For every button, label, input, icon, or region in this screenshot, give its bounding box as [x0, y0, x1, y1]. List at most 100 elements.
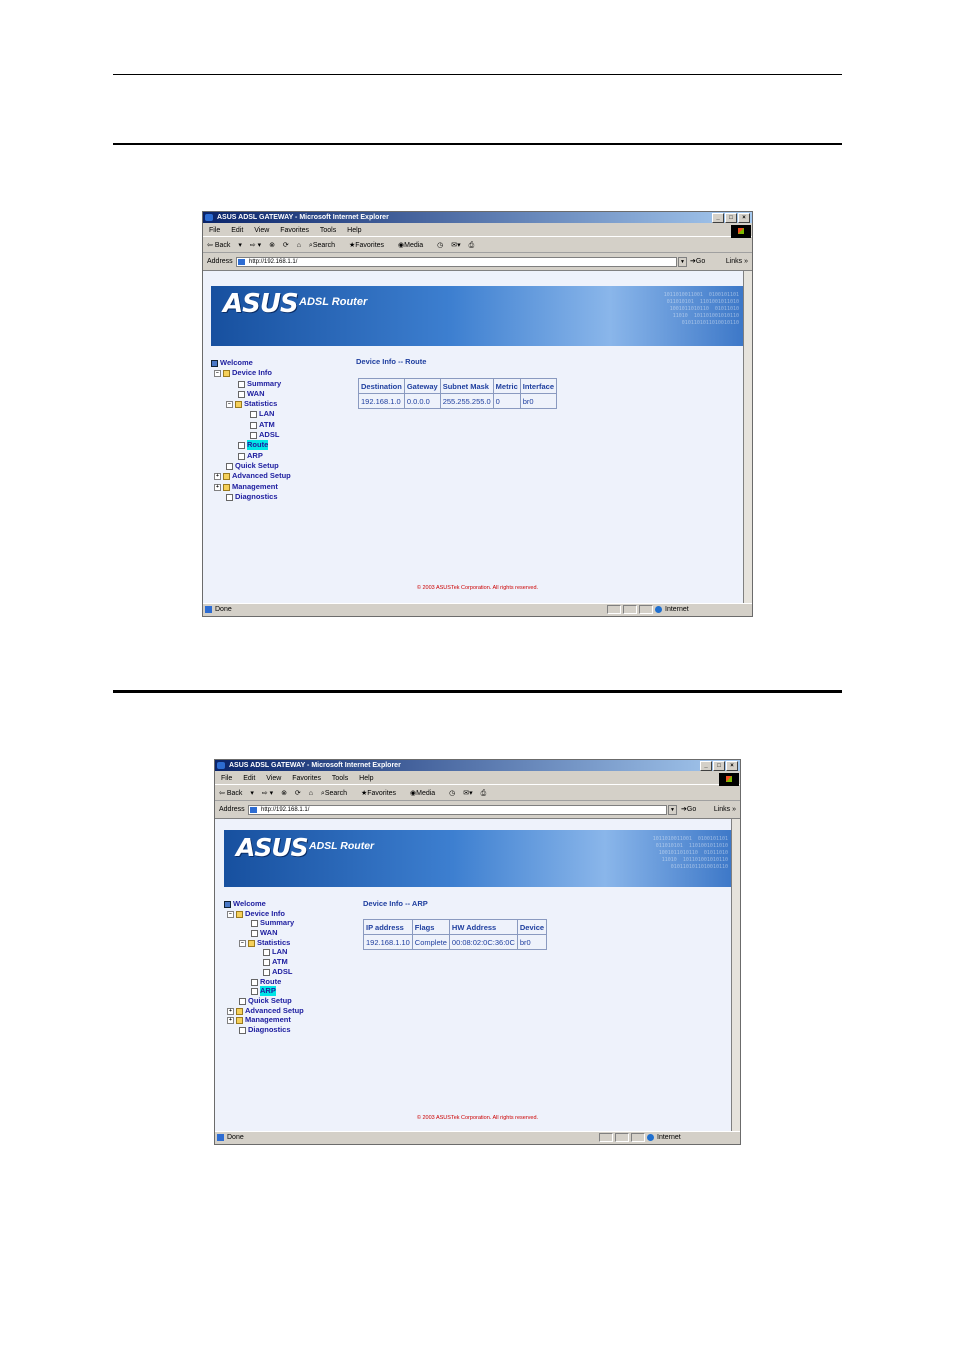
menu-favorites[interactable]: Favorites	[280, 227, 309, 234]
page-icon	[238, 380, 245, 388]
toolbar: ⇦ Back ▾ ⇨ ▾ ⊗ ⟳ ⌂ ⌕Search ★Favorites ◉M…	[203, 239, 752, 253]
stop-icon[interactable]: ⊗	[269, 242, 275, 249]
media-button[interactable]: ◉Media	[398, 242, 429, 249]
page-icon	[238, 452, 245, 460]
vertical-scrollbar[interactable]	[743, 271, 752, 605]
nav-management[interactable]: + Management	[227, 1015, 291, 1025]
page-icon	[250, 807, 257, 813]
search-button[interactable]: ⌕Search	[309, 242, 341, 249]
mail-icon[interactable]: ✉▾	[451, 242, 460, 249]
collapse-icon[interactable]: −	[214, 369, 221, 377]
menu-edit[interactable]: Edit	[243, 775, 255, 782]
nav-lan[interactable]: LAN	[250, 409, 274, 419]
go-button[interactable]: ➔Go	[690, 255, 705, 269]
menu-tools[interactable]: Tools	[332, 775, 348, 782]
home-icon[interactable]: ⌂	[297, 242, 301, 249]
product-name: ADSL Router	[309, 840, 375, 852]
back-button[interactable]: ⇦ Back ▾	[207, 242, 242, 249]
home-icon[interactable]: ⌂	[309, 790, 313, 797]
page-icon	[250, 431, 257, 439]
expand-icon[interactable]: +	[227, 1007, 234, 1015]
menu-file[interactable]: File	[209, 227, 220, 234]
go-button[interactable]: ➔Go	[681, 803, 696, 817]
address-dropdown[interactable]: ▼	[678, 257, 687, 267]
minimize-button[interactable]: _	[712, 213, 724, 223]
nav-arp[interactable]: ARP	[251, 986, 276, 996]
folder-open-icon	[235, 400, 242, 408]
collapse-icon[interactable]: −	[226, 400, 233, 408]
nav-summary[interactable]: Summary	[238, 379, 281, 389]
menu-file[interactable]: File	[221, 775, 232, 782]
vertical-scrollbar[interactable]	[731, 819, 740, 1133]
nav-quick-setup[interactable]: Quick Setup	[226, 461, 279, 471]
menu-edit[interactable]: Edit	[231, 227, 243, 234]
nav-device-info[interactable]: − Device Info	[214, 368, 272, 378]
favorites-button[interactable]: ★Favorites	[349, 242, 390, 249]
forward-button[interactable]: ⇨ ▾	[250, 242, 261, 249]
menu-help[interactable]: Help	[347, 227, 361, 234]
menu-help[interactable]: Help	[359, 775, 373, 782]
print-icon[interactable]: ⎙	[481, 790, 487, 797]
nav-diagnostics[interactable]: Diagnostics	[226, 492, 278, 502]
nav-wan[interactable]: WAN	[251, 928, 278, 938]
copyright-text: © 2003 ASUSTek Corporation. All rights r…	[416, 585, 539, 591]
print-icon[interactable]: ⎙	[469, 242, 475, 249]
favorites-button[interactable]: ★Favorites	[361, 790, 402, 797]
media-button[interactable]: ◉Media	[410, 790, 441, 797]
history-icon[interactable]: ◷	[449, 790, 455, 797]
column-header: Gateway	[403, 378, 441, 394]
folder-open-icon	[248, 939, 255, 947]
nav-wan[interactable]: WAN	[238, 389, 265, 399]
menu-tools[interactable]: Tools	[320, 227, 336, 234]
nav-summary[interactable]: Summary	[251, 918, 294, 928]
nav-route[interactable]: Route	[238, 440, 269, 450]
nav-management[interactable]: + Management	[214, 482, 278, 492]
nav-lan[interactable]: LAN	[263, 947, 287, 957]
page-icon	[263, 948, 270, 956]
asus-logo: ASUS	[236, 833, 309, 862]
page-content: ASUS ADSL Router 1011010011001 010010110…	[203, 270, 752, 605]
refresh-icon[interactable]: ⟳	[295, 790, 301, 797]
mail-icon[interactable]: ✉▾	[463, 790, 472, 797]
menu-view[interactable]: View	[254, 227, 269, 234]
maximize-button[interactable]: □	[713, 761, 725, 771]
refresh-icon[interactable]: ⟳	[283, 242, 289, 249]
address-dropdown[interactable]: ▼	[668, 805, 677, 815]
menu-favorites[interactable]: Favorites	[292, 775, 321, 782]
expand-icon[interactable]: +	[214, 483, 221, 491]
nav-advanced-setup[interactable]: + Advanced Setup	[214, 471, 291, 481]
address-input[interactable]: http://192.168.1.1/	[236, 257, 677, 267]
nav-adsl[interactable]: ADSL	[250, 430, 279, 440]
expand-icon[interactable]: +	[214, 472, 221, 480]
close-button[interactable]: ×	[726, 761, 738, 771]
search-button[interactable]: ⌕Search	[321, 790, 353, 797]
maximize-button[interactable]: □	[725, 213, 737, 223]
nav-adsl[interactable]: ADSL	[263, 967, 292, 977]
history-icon[interactable]: ◷	[437, 242, 443, 249]
collapse-icon[interactable]: −	[227, 910, 234, 918]
nav-welcome[interactable]: Welcome	[211, 358, 253, 368]
minimize-button[interactable]: _	[700, 761, 712, 771]
back-button[interactable]: ⇦ Back ▾	[219, 790, 254, 797]
nav-statistics[interactable]: − Statistics	[226, 399, 277, 409]
stop-icon[interactable]: ⊗	[281, 790, 287, 797]
nav-arp[interactable]: ARP	[238, 451, 263, 461]
status-bar: Done Internet	[203, 603, 752, 616]
collapse-icon[interactable]: −	[239, 939, 246, 947]
nav-welcome[interactable]: Welcome	[224, 899, 266, 909]
product-name: ADSL Router	[299, 296, 368, 308]
status-cells	[599, 1133, 645, 1142]
expand-icon[interactable]: +	[227, 1016, 234, 1024]
menu-view[interactable]: View	[266, 775, 281, 782]
nav-diagnostics[interactable]: Diagnostics	[239, 1025, 291, 1035]
nav-atm[interactable]: ATM	[263, 957, 288, 967]
nav-quick-setup[interactable]: Quick Setup	[239, 996, 292, 1006]
links-button[interactable]: Links »	[726, 255, 748, 269]
close-button[interactable]: ×	[738, 213, 750, 223]
asus-banner: ASUS ADSL Router 1011010011001 010010110…	[211, 286, 743, 346]
column-header: Destination	[358, 378, 405, 394]
links-button[interactable]: Links »	[714, 803, 736, 817]
address-input[interactable]: http://192.168.1.1/	[248, 805, 667, 815]
forward-button[interactable]: ⇨ ▾	[262, 790, 273, 797]
nav-atm[interactable]: ATM	[250, 420, 275, 430]
